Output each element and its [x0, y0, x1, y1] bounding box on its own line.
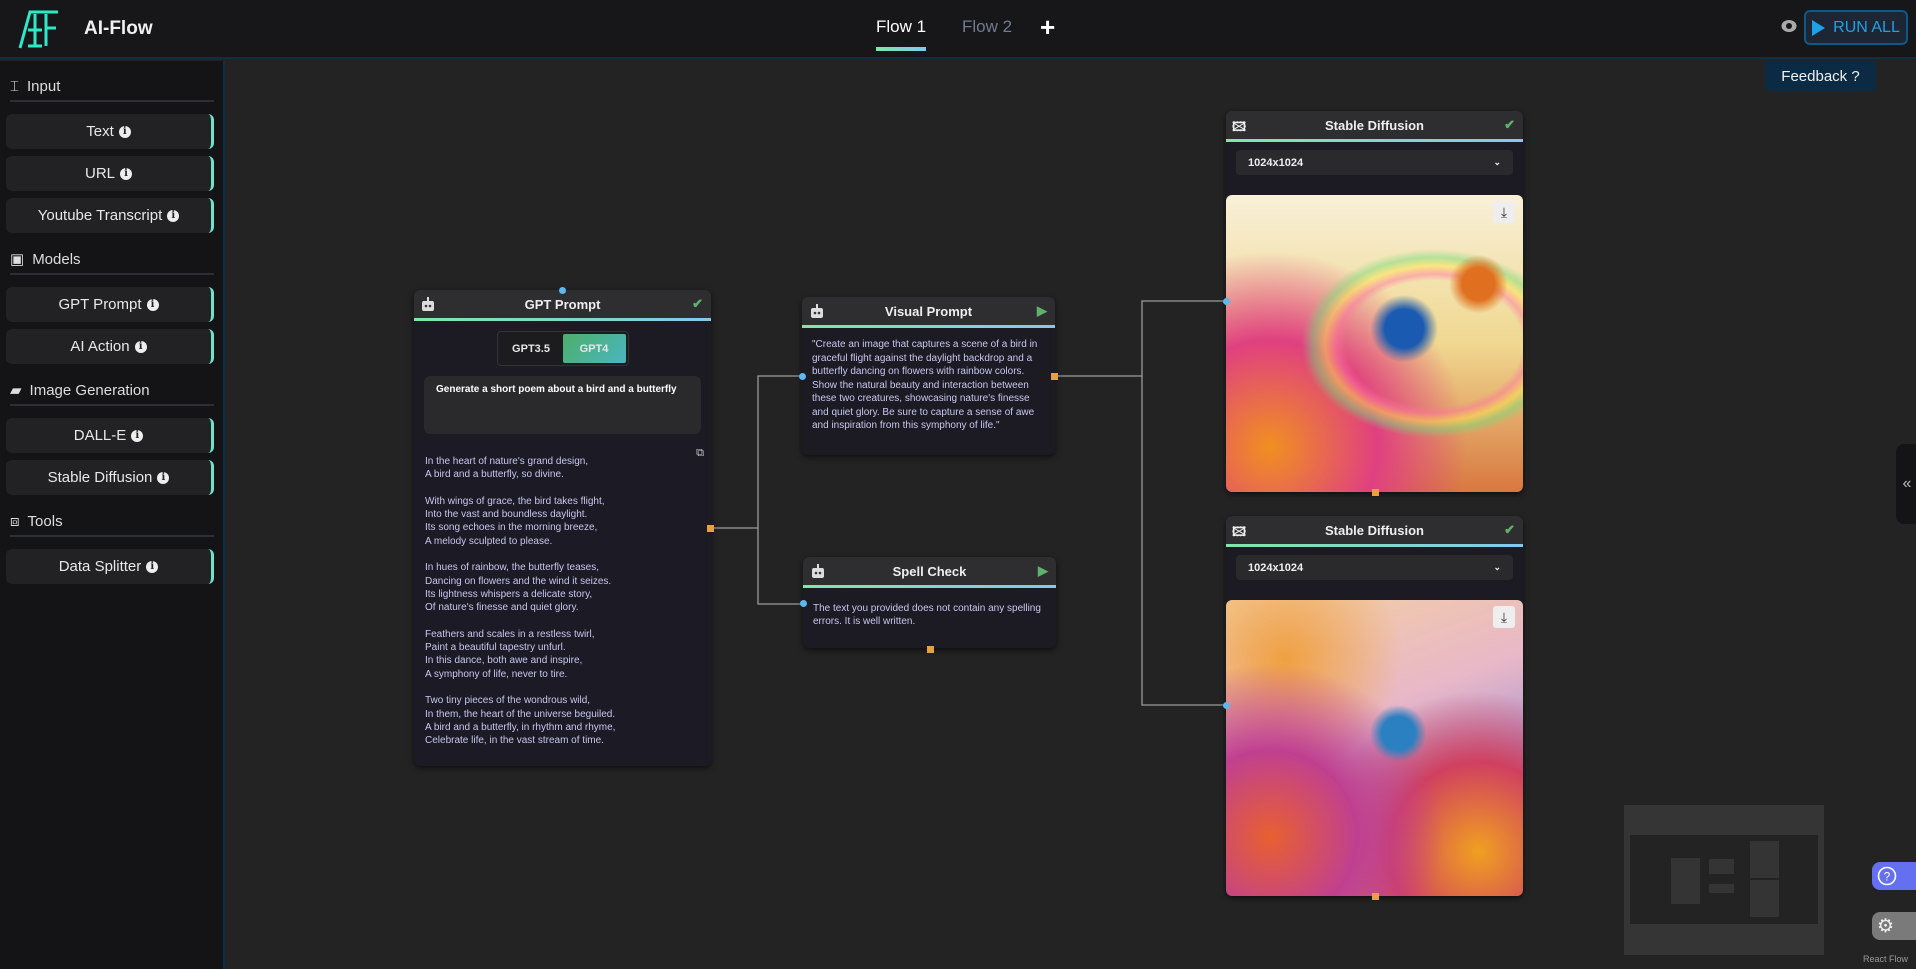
sd2-input-handle[interactable] — [1223, 702, 1230, 709]
settings-button[interactable]: ⚙ — [1872, 912, 1916, 940]
stable-diffusion-node-1[interactable]: 🖾 Stable Diffusion ✔ 1024x1024 ⌄ ⤓ — [1226, 111, 1523, 492]
edge-visual-sd1 — [1058, 300, 1227, 377]
chevron-down-icon: ⌄ — [1493, 157, 1501, 167]
help-icon: ? — [1877, 866, 1897, 886]
size-select[interactable]: 1024x1024 ⌄ — [1236, 150, 1513, 175]
gpt-output: In the heart of nature's grand design, A… — [425, 456, 616, 747]
image-icon: 🖾 — [1232, 524, 1247, 539]
svg-text:?: ? — [1884, 870, 1891, 884]
gpt-input-handle[interactable] — [559, 287, 566, 294]
download-icon[interactable]: ⤓ — [1493, 201, 1515, 223]
visual-output-handle[interactable] — [1051, 373, 1058, 380]
edge-visual-sd2 — [1141, 376, 1227, 706]
chevron-down-icon: ⌄ — [1493, 562, 1501, 572]
gear-icon: ⚙ — [1877, 915, 1895, 937]
robot-icon — [812, 564, 824, 578]
visual-output: "Create an image that captures a scene o… — [812, 339, 1038, 431]
node-title: Stable Diffusion — [1325, 117, 1424, 133]
spell-output-handle[interactable] — [927, 646, 934, 653]
node-title: Stable Diffusion — [1325, 522, 1424, 538]
download-icon[interactable]: ⤓ — [1493, 606, 1515, 628]
gpt-prompt-node[interactable]: GPT Prompt ✔ GPT3.5 GPT4 Generate a short… — [414, 290, 711, 766]
spell-input-handle[interactable] — [800, 600, 807, 607]
image-icon: 🖾 — [1232, 119, 1247, 134]
visual-prompt-node[interactable]: Visual Prompt ▶ "Create an image that cap… — [802, 297, 1055, 455]
model-toggle: GPT3.5 GPT4 — [496, 331, 629, 366]
check-icon: ✔ — [692, 296, 703, 311]
gpt-output-handle[interactable] — [707, 525, 714, 532]
robot-icon — [811, 304, 823, 318]
play-icon[interactable]: ▶ — [1038, 563, 1048, 579]
edge-gpt-visual — [714, 375, 803, 529]
spell-output: The text you provided does not contain a… — [813, 603, 1041, 627]
chevrons-left-icon: « — [1902, 475, 1912, 492]
generated-image: ⤓ — [1226, 600, 1523, 896]
visual-input-handle[interactable] — [799, 373, 806, 380]
expand-panel-button[interactable]: « — [1896, 444, 1916, 524]
stable-diffusion-node-2[interactable]: 🖾 Stable Diffusion ✔ 1024x1024 ⌄ ⤓ — [1226, 516, 1523, 896]
robot-icon — [422, 297, 434, 311]
edge-gpt-spell — [757, 528, 804, 605]
react-flow-attribution[interactable]: React Flow — [1863, 954, 1908, 964]
minimap[interactable] — [1624, 805, 1824, 955]
sd1-input-handle[interactable] — [1223, 298, 1230, 305]
size-select[interactable]: 1024x1024 ⌄ — [1236, 555, 1513, 580]
node-title: Visual Prompt — [884, 303, 973, 319]
model-gpt4-button[interactable]: GPT4 — [562, 334, 626, 363]
copy-icon[interactable]: ⧉ — [696, 447, 704, 460]
check-icon: ✔ — [1504, 117, 1515, 132]
model-gpt35-button[interactable]: GPT3.5 — [500, 334, 563, 363]
node-title: Spell Check — [892, 563, 967, 579]
spell-check-node[interactable]: Spell Check ▶ The text you provided does … — [803, 557, 1056, 648]
check-icon: ✔ — [1504, 522, 1515, 537]
sd2-output-handle[interactable] — [1372, 893, 1379, 900]
sd1-output-handle[interactable] — [1372, 489, 1379, 496]
node-title: GPT Prompt — [524, 296, 601, 312]
help-button[interactable]: ? — [1872, 862, 1916, 890]
prompt-input[interactable]: Generate a short poem about a bird and a… — [424, 376, 701, 434]
generated-image: ⤓ — [1226, 195, 1523, 492]
play-icon[interactable]: ▶ — [1037, 303, 1047, 319]
